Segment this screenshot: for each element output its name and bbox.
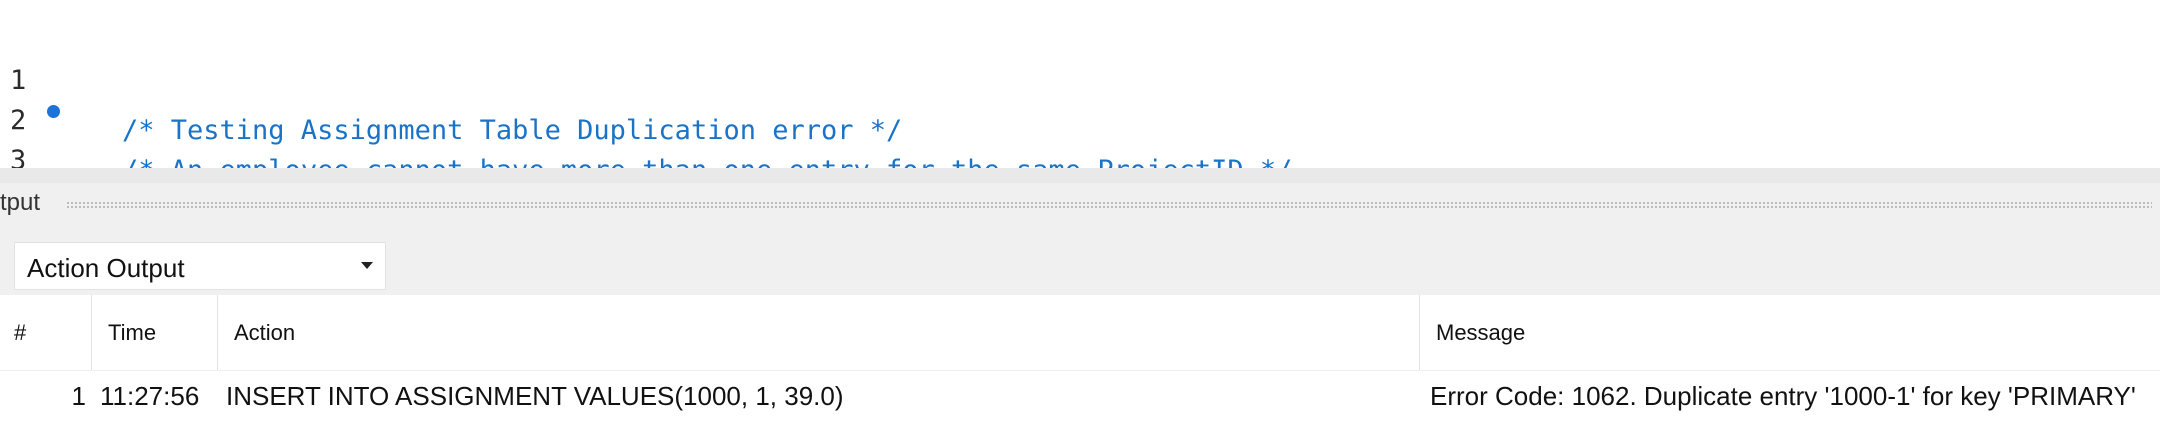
drag-grip[interactable] <box>66 201 2152 209</box>
output-type-value: Action Output <box>27 253 185 283</box>
output-panel-header: tput <box>0 183 2160 225</box>
breakpoint-dot-icon[interactable] <box>47 105 60 118</box>
code-line-3[interactable]: 3 INSERT INTO ASSIGNMENT VALUES(1000, 1,… <box>0 86 2160 276</box>
row-action: INSERT INTO ASSIGNMENT VALUES(1000, 1, 3… <box>226 381 844 411</box>
column-header-message[interactable]: Message <box>1420 295 2160 370</box>
output-panel-title: tput <box>0 189 41 216</box>
chevron-down-icon[interactable] <box>361 262 373 269</box>
action-output-table: # Time Action Message 1 11:27:56 INSERT … <box>0 295 2160 424</box>
column-header-time[interactable]: Time <box>92 295 218 370</box>
splitter[interactable] <box>0 168 2160 183</box>
table-header: # Time Action Message <box>0 295 2160 371</box>
output-type-select[interactable]: Action Output <box>14 242 386 290</box>
column-header-number[interactable]: # <box>0 295 92 370</box>
column-header-action[interactable]: Action <box>218 295 1420 370</box>
output-toolbar: Action Output <box>0 225 2160 295</box>
table-row[interactable]: 1 11:27:56 INSERT INTO ASSIGNMENT VALUES… <box>0 370 2160 422</box>
sql-editor[interactable]: 1 /* Testing Assignment Table Duplicatio… <box>0 0 2160 276</box>
row-number: 1 <box>71 381 86 411</box>
row-message: Error Code: 1062. Duplicate entry '1000-… <box>1430 381 2136 411</box>
row-time: 11:27:56 <box>100 381 200 411</box>
